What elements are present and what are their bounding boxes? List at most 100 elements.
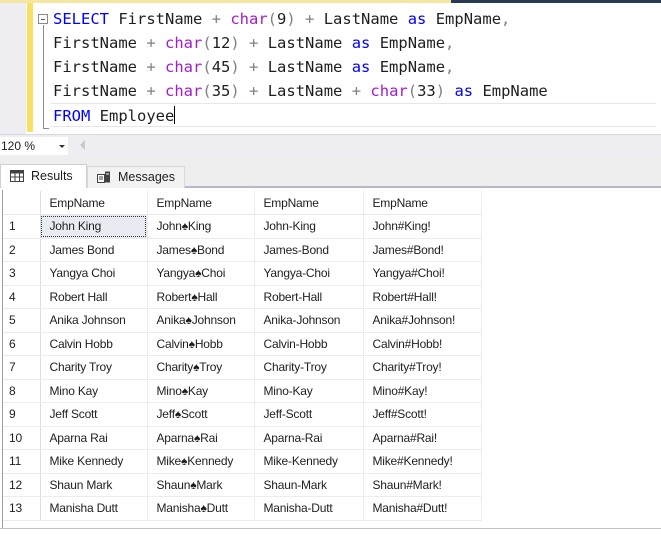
grid-cell[interactable]: Mike#Kennedy! [363, 449, 482, 474]
grid-cell[interactable]: James Bond [40, 238, 148, 262]
grid-cell[interactable]: John-King [254, 214, 364, 239]
table-row[interactable]: 9 Jeff Scott Jeff♠Scott Jeff-Scott Jeff#Scot… [3, 402, 482, 427]
grid-cell[interactable]: Aparna Rai [40, 426, 148, 450]
row-number[interactable]: 2 [3, 238, 41, 262]
chevron-down-icon[interactable] [59, 145, 65, 148]
row-header-corner[interactable] [3, 191, 41, 215]
grid-cell[interactable]: Jeff Scott [40, 402, 148, 427]
grid-cell[interactable]: Shaun Mark [40, 473, 148, 497]
grid-cell[interactable]: Aparna♠Rai [147, 426, 255, 450]
zoom-dropdown[interactable]: 120 % [0, 137, 68, 155]
row-number[interactable]: 10 [3, 426, 41, 450]
query-editor[interactable]: SELECT FirstName + char(9) + LastName as… [0, 3, 661, 134]
grid-cell[interactable]: Charity♠Troy [147, 355, 255, 380]
row-number[interactable]: 12 [3, 473, 41, 497]
grid-cell[interactable]: Shaun#Mark! [363, 473, 482, 497]
grid-cell[interactable]: Anika Johnson [40, 308, 148, 333]
table-row[interactable]: 13 Manisha Dutt Manisha♠Dutt Manisha-Dutt Ma… [3, 496, 482, 521]
table-row[interactable]: 6 Calvin Hobb Calvin♠Hobb Calvin-Hobb Calvin… [3, 332, 482, 356]
table-row[interactable]: 11 Mike Kennedy Mike♠Kennedy Mike-Kennedy Mi… [3, 449, 482, 474]
grid-cell[interactable]: Charity-Troy [254, 355, 364, 380]
grid-cell[interactable]: John♠King [147, 214, 255, 239]
table-row[interactable]: 2 James Bond James♠Bond James-Bond James#Bon… [3, 238, 482, 262]
row-number[interactable]: 7 [3, 355, 41, 380]
grid-cell[interactable]: Shaun-Mark [254, 473, 364, 497]
grid-cell[interactable]: Robert Hall [40, 285, 148, 309]
grid-cell[interactable]: Manisha#Dutt! [363, 496, 482, 521]
row-number[interactable]: 8 [3, 379, 41, 403]
grid-cell[interactable]: Charity#Troy! [363, 355, 482, 380]
grid-cell[interactable]: Shaun♠Mark [147, 473, 255, 497]
grid-cell[interactable]: Mike-Kennedy [254, 449, 364, 474]
grid-cell[interactable]: Calvin#Hobb! [363, 332, 482, 356]
table-row[interactable]: 8 Mino Kay Mino♠Kay Mino-Kay Mino#Kay! [3, 379, 482, 403]
grid-cell[interactable]: Robert-Hall [254, 285, 364, 309]
grid-cell[interactable]: James♠Bond [147, 238, 255, 262]
collapse-region-icon[interactable] [38, 14, 48, 24]
column-header[interactable]: EmpName [147, 191, 255, 215]
grid-cell[interactable]: Mino-Kay [254, 379, 364, 403]
grid-cell[interactable]: Mike♠Kennedy [147, 449, 255, 474]
grid-cell[interactable]: Mino Kay [40, 379, 148, 403]
column-header[interactable]: EmpName [254, 191, 364, 215]
grid-cell[interactable]: Aparna#Rai! [363, 426, 482, 450]
grid-cell[interactable]: Robert♠Hall [147, 285, 255, 309]
grid-cell[interactable]: Yangya Choi [40, 261, 148, 286]
grid-cell[interactable]: Calvin-Hobb [254, 332, 364, 356]
table-row[interactable]: 10 Aparna Rai Aparna♠Rai Aparna-Rai Aparna#R… [3, 426, 482, 450]
grid-cell[interactable]: Calvin♠Hobb [147, 332, 255, 356]
grid-cell[interactable]: John King [40, 214, 148, 239]
grid-cell[interactable]: Anika#Johnson! [363, 308, 482, 333]
row-number[interactable]: 3 [3, 261, 41, 286]
grid-cell[interactable]: Yangya-Choi [254, 261, 364, 286]
table-row[interactable]: 12 Shaun Mark Shaun♠Mark Shaun-Mark Shaun#Ma… [3, 473, 482, 497]
grid-cell[interactable]: Yangya#Choi! [363, 261, 482, 286]
grid-cell[interactable]: Jeff♠Scott [147, 402, 255, 427]
tab-results[interactable]: Results [0, 164, 87, 188]
row-number[interactable]: 5 [3, 308, 41, 333]
code-line[interactable]: SELECT FirstName + char(9) + LastName as… [53, 7, 656, 31]
row-number[interactable]: 11 [3, 449, 41, 474]
grid-cell[interactable]: Yangya♠Choi [147, 261, 255, 286]
grid-cell[interactable]: James-Bond [254, 238, 364, 262]
row-number[interactable]: 4 [3, 285, 41, 309]
results-grid[interactable]: EmpName EmpName EmpName EmpName 1 John Ki… [3, 191, 482, 521]
grid-cell[interactable]: Robert#Hall! [363, 285, 482, 309]
grid-cell[interactable]: James#Bond! [363, 238, 482, 262]
sql-code[interactable]: SELECT FirstName + char(9) + LastName as… [51, 7, 656, 127]
table-row[interactable]: 1 John King John♠King John-King John#King! [3, 214, 482, 239]
grid-cell[interactable]: Jeff-Scott [254, 402, 364, 427]
grid-cell[interactable]: Charity Troy [40, 355, 148, 380]
grid-cell[interactable]: John#King! [363, 214, 482, 239]
grid-cell[interactable]: Manisha-Dutt [254, 496, 364, 521]
tab-messages[interactable]: Messages [87, 166, 185, 188]
grid-cell[interactable]: Mino#Kay! [363, 379, 482, 403]
row-number[interactable]: 9 [3, 402, 41, 427]
table-row[interactable]: 5 Anika Johnson Anika♠Johnson Anika-Johnson… [3, 308, 482, 333]
table-row[interactable]: 3 Yangya Choi Yangya♠Choi Yangya-Choi Yangya… [3, 261, 482, 286]
fold-end [43, 128, 49, 129]
grid-cell[interactable]: Anika-Johnson [254, 308, 364, 333]
column-header[interactable]: EmpName [363, 191, 482, 215]
code-line[interactable]: FirstName + char(45) + LastName as EmpNa… [53, 55, 656, 79]
grid-cell[interactable]: Calvin Hobb [40, 332, 148, 356]
column-header[interactable]: EmpName [40, 191, 148, 215]
row-number[interactable]: 13 [3, 496, 41, 521]
scroll-left-arrow-icon[interactable] [80, 140, 85, 150]
row-number[interactable]: 6 [3, 332, 41, 356]
grid-cell[interactable]: Aparna-Rai [254, 426, 364, 450]
grid-cell[interactable]: Jeff#Scott! [363, 402, 482, 427]
grid-cell[interactable]: Anika♠Johnson [147, 308, 255, 333]
sql-keyword: SELECT [53, 10, 109, 28]
code-line[interactable]: FirstName + char(35) + LastName + char(3… [53, 79, 656, 103]
grid-cell[interactable]: Mino♠Kay [147, 379, 255, 403]
grid-cell[interactable]: Mike Kennedy [40, 449, 148, 474]
table-row[interactable]: 4 Robert Hall Robert♠Hall Robert-Hall Robert… [3, 285, 482, 309]
row-number[interactable]: 1 [3, 214, 41, 239]
grid-cell[interactable]: Manisha Dutt [40, 496, 148, 521]
grid-cell[interactable]: Manisha♠Dutt [147, 496, 255, 521]
table-row[interactable]: 7 Charity Troy Charity♠Troy Charity-Troy Cha… [3, 355, 482, 380]
code-line[interactable]: FirstName + char(12) + LastName as EmpNa… [53, 31, 656, 55]
code-token: + [211, 10, 221, 28]
code-line[interactable]: FROM Employee [51, 103, 656, 127]
